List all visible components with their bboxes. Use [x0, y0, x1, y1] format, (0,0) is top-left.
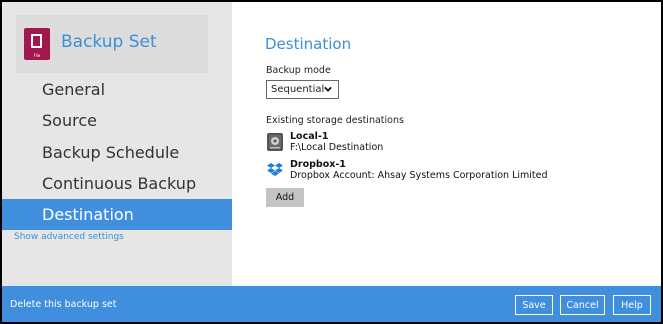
- sidebar-item-continuous-backup[interactable]: Continuous Backup: [2, 168, 232, 199]
- delete-backup-set-link[interactable]: Delete this backup set: [10, 299, 116, 310]
- file-backup-icon: File: [24, 28, 50, 60]
- help-button[interactable]: Help: [613, 295, 651, 315]
- backup-mode-value: Sequential: [271, 84, 325, 95]
- sidebar-item-general[interactable]: General: [2, 74, 232, 105]
- sidebar-item-destination[interactable]: Destination: [2, 199, 232, 230]
- sidebar-item-source[interactable]: Source: [2, 105, 232, 136]
- backup-mode-label: Backup mode: [266, 65, 331, 76]
- backup-set-window: File Backup Set General Source Backup Sc…: [2, 2, 661, 322]
- backup-mode-select[interactable]: Sequential: [266, 80, 339, 99]
- show-advanced-settings-link[interactable]: Show advanced settings: [14, 232, 124, 242]
- main-content: Destination Backup mode Sequential Exist…: [232, 2, 661, 286]
- existing-destinations-label: Existing storage destinations: [266, 115, 404, 126]
- sidebar-title: Backup Set: [61, 32, 157, 52]
- save-button[interactable]: Save: [515, 295, 553, 315]
- add-destination-button[interactable]: Add: [266, 188, 304, 207]
- destination-name: Local-1: [290, 131, 329, 142]
- local-drive-icon: [267, 133, 283, 151]
- cancel-button[interactable]: Cancel: [560, 295, 605, 315]
- sidebar: File Backup Set General Source Backup Sc…: [2, 2, 232, 286]
- destination-item-local[interactable]: Local-1 F:\Local Destination: [266, 131, 646, 153]
- destination-detail: F:\Local Destination: [290, 142, 384, 153]
- page-title: Destination: [265, 35, 352, 53]
- chevron-down-icon: [324, 86, 332, 92]
- sidebar-header: File Backup Set: [16, 15, 208, 73]
- footer-bar: Delete this backup set Save Cancel Help: [2, 286, 661, 322]
- destination-name: Dropbox-1: [290, 159, 346, 170]
- dropbox-icon: [267, 163, 283, 176]
- file-icon-caption: File: [33, 53, 41, 58]
- destination-item-dropbox[interactable]: Dropbox-1 Dropbox Account: Ahsay Systems…: [266, 159, 646, 181]
- sidebar-item-backup-schedule[interactable]: Backup Schedule: [2, 137, 232, 168]
- destination-detail: Dropbox Account: Ahsay Systems Corporati…: [290, 170, 548, 181]
